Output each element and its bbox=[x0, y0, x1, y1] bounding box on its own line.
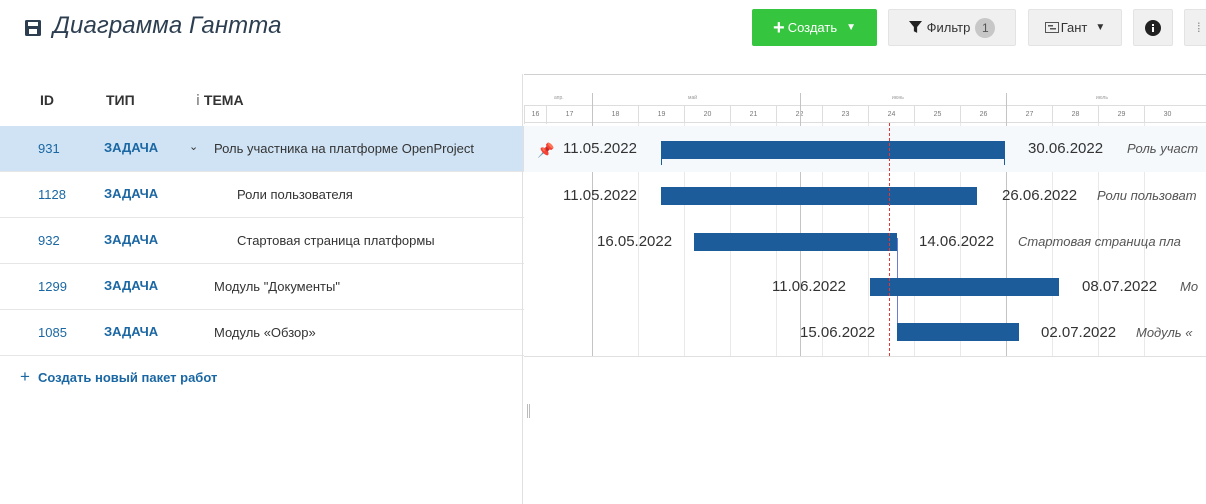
gantt-border bbox=[524, 74, 1206, 75]
gantt-bar[interactable] bbox=[694, 233, 897, 251]
day-label: 22 bbox=[776, 106, 822, 124]
day-label: 24 bbox=[868, 106, 914, 124]
bar-subject-label: Мо bbox=[1180, 279, 1199, 294]
caret-down-icon: ▼ bbox=[846, 22, 856, 33]
day-label: 23 bbox=[822, 106, 868, 124]
pin-icon[interactable]: 📌 bbox=[537, 142, 554, 159]
table-row[interactable]: 931 ЗАДАЧА ⌄ Роль участника на платформе… bbox=[0, 126, 524, 172]
filter-count-badge: 1 bbox=[975, 17, 996, 38]
row-type: ЗАДАЧА bbox=[104, 186, 159, 201]
row-type: ЗАДАЧА bbox=[104, 140, 159, 155]
bar-start-date: 11.05.2022 bbox=[563, 140, 637, 157]
save-icon[interactable] bbox=[25, 20, 41, 36]
bar-start-date: 11.06.2022 bbox=[772, 278, 846, 295]
day-label: 27 bbox=[1006, 106, 1052, 124]
bar-subject-label: Роль участ bbox=[1127, 141, 1199, 156]
day-label: 16 bbox=[524, 106, 546, 124]
create-button[interactable]: + Создать ▼ bbox=[752, 9, 877, 46]
month-label: май bbox=[688, 95, 698, 101]
row-id[interactable]: 931 bbox=[38, 141, 60, 156]
create-work-package-label: Создать новый пакет работ bbox=[37, 370, 218, 385]
bar-end-date: 30.06.2022 bbox=[1028, 140, 1104, 157]
day-label: 21 bbox=[730, 106, 776, 124]
gantt-icon bbox=[1044, 22, 1059, 33]
page-title: Диаграмма Гантта bbox=[53, 12, 282, 39]
day-label: 28 bbox=[1052, 106, 1098, 124]
row-id[interactable]: 932 bbox=[38, 233, 60, 248]
column-header-type[interactable]: ТИП bbox=[106, 92, 135, 108]
bar-subject-label: Роли пользоват bbox=[1097, 188, 1197, 203]
column-header-id[interactable]: ID bbox=[40, 92, 54, 108]
row-type: ЗАДАЧА bbox=[104, 278, 159, 293]
today-marker bbox=[889, 123, 890, 356]
day-label: 25 bbox=[914, 106, 960, 124]
info-button[interactable] bbox=[1133, 9, 1173, 46]
gantt-bar[interactable] bbox=[897, 323, 1019, 341]
table-row[interactable]: 932 ЗАДАЧА Стартовая страница платформы bbox=[0, 218, 524, 264]
day-label: 26 bbox=[960, 106, 1006, 124]
fullscreen-button[interactable]: ⁞ bbox=[1184, 9, 1206, 46]
row-type: ЗАДАЧА bbox=[104, 232, 159, 247]
table-row[interactable]: 1085 ЗАДАЧА Модуль «Обзор» bbox=[0, 310, 524, 356]
filter-button[interactable]: Фильтр 1 bbox=[888, 9, 1016, 46]
gantt-bar[interactable] bbox=[870, 278, 1059, 296]
bar-start-date: 16.05.2022 bbox=[597, 233, 673, 250]
month-label: апр. bbox=[554, 95, 564, 101]
gantt-view-button[interactable]: Гант ▼ bbox=[1028, 9, 1122, 46]
bar-end-date: 02.07.2022 bbox=[1041, 324, 1117, 341]
row-subject[interactable]: Модуль "Документы" bbox=[214, 279, 340, 294]
filter-icon bbox=[908, 21, 922, 33]
month-label: июнь bbox=[892, 95, 904, 101]
day-label: 29 bbox=[1098, 106, 1144, 124]
gantt-bar[interactable] bbox=[661, 187, 977, 205]
row-subject[interactable]: Роли пользователя bbox=[237, 187, 353, 202]
bar-end-date: 08.07.2022 bbox=[1082, 278, 1158, 295]
table-row[interactable]: 1128 ЗАДАЧА Роли пользователя bbox=[0, 172, 524, 218]
row-subject[interactable]: Модуль «Обзор» bbox=[214, 325, 316, 340]
fullscreen-icon: ⁞ bbox=[1197, 20, 1201, 35]
gantt-bar[interactable] bbox=[661, 141, 1005, 159]
gantt-button-label: Гант bbox=[1060, 20, 1088, 35]
create-button-label: Создать bbox=[787, 20, 838, 35]
day-label: 20 bbox=[684, 106, 730, 124]
row-type: ЗАДАЧА bbox=[104, 324, 159, 339]
day-label: 17 bbox=[546, 106, 592, 124]
month-label: июль bbox=[1096, 95, 1108, 101]
timeline-days: 16 17 18 19 20 21 22 23 24 25 26 27 28 2… bbox=[524, 105, 1206, 124]
day-label: 18 bbox=[592, 106, 638, 124]
day-label: 19 bbox=[638, 106, 684, 124]
bar-end-date: 26.06.2022 bbox=[1002, 187, 1078, 204]
chevron-down-icon[interactable]: ⌄ bbox=[189, 140, 198, 153]
row-subject[interactable]: Роль участника на платформе OpenProject bbox=[214, 141, 474, 156]
gantt-chart: апр. май июнь июль 16 17 18 19 20 21 22 … bbox=[524, 74, 1206, 504]
filter-button-label: Фильтр bbox=[926, 20, 971, 35]
gantt-bottom-border bbox=[524, 356, 1206, 357]
bar-start-date: 15.06.2022 bbox=[800, 324, 876, 341]
day-label: 30 bbox=[1144, 106, 1190, 124]
bar-subject-label: Модуль « bbox=[1136, 325, 1193, 340]
table-row[interactable]: 1299 ЗАДАЧА Модуль "Документы" bbox=[0, 264, 524, 310]
toolbar: Диаграмма Гантта + Создать ▼ Фильтр 1 Га… bbox=[0, 0, 1206, 60]
column-header-subject-label: ТЕМА bbox=[203, 92, 244, 108]
info-icon bbox=[1145, 19, 1161, 36]
hierarchy-icon[interactable]: ⅰ bbox=[196, 92, 200, 108]
caret-down-icon: ▼ bbox=[1095, 22, 1106, 33]
row-id[interactable]: 1085 bbox=[38, 325, 67, 340]
bar-end-date: 14.06.2022 bbox=[919, 233, 995, 250]
create-work-package-link[interactable]: + Создать новый пакет работ bbox=[20, 367, 217, 387]
row-id[interactable]: 1128 bbox=[38, 187, 66, 202]
column-header-subject[interactable]: ⅰ ТЕМА bbox=[196, 92, 244, 109]
plus-icon: + bbox=[773, 16, 785, 39]
bar-start-date: 11.05.2022 bbox=[563, 187, 637, 204]
row-subject[interactable]: Стартовая страница платформы bbox=[237, 233, 435, 248]
bar-subject-label: Стартовая страница пла bbox=[1018, 234, 1181, 249]
pane-divider bbox=[522, 74, 523, 504]
plus-icon: + bbox=[20, 367, 30, 386]
row-id[interactable]: 1299 bbox=[38, 279, 67, 294]
